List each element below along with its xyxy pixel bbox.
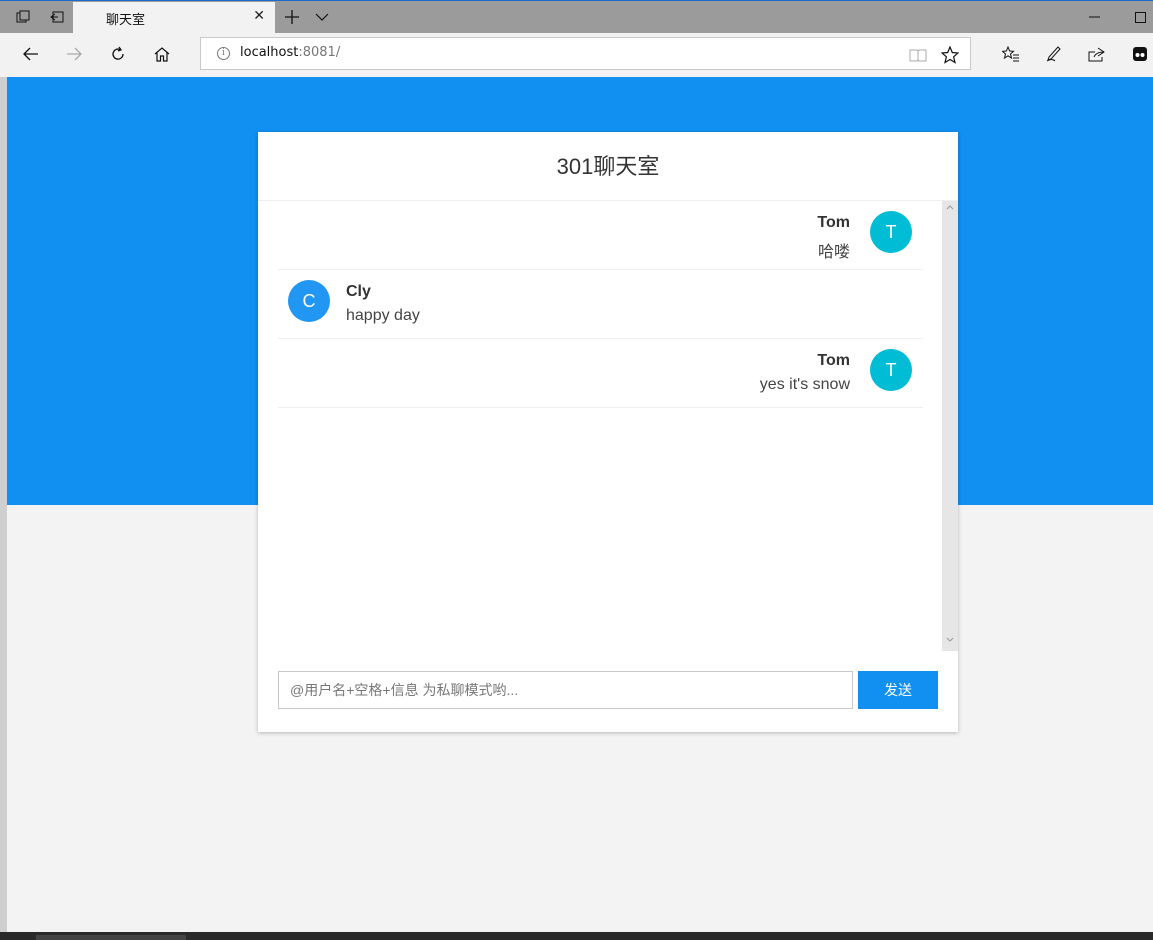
- tab-bar: 聊天室 ✕: [0, 0, 1153, 34]
- message-sender: Cly: [346, 283, 371, 300]
- refresh-icon[interactable]: [100, 37, 136, 71]
- star-icon[interactable]: [939, 44, 961, 66]
- message-item: C Cly happy day: [278, 270, 923, 339]
- avatar: C: [288, 280, 330, 322]
- taskbar-edge: [0, 932, 1153, 940]
- message-scrollbar[interactable]: [942, 201, 958, 651]
- favorites-icon[interactable]: [993, 37, 1029, 71]
- tab-preview-icon[interactable]: [6, 1, 40, 33]
- avatar: T: [870, 211, 912, 253]
- address-bar[interactable]: i localhost:8081/: [200, 37, 971, 70]
- scroll-up-icon[interactable]: [942, 203, 958, 217]
- message-text: yes it's snow: [759, 376, 850, 393]
- window-edge: [0, 77, 7, 940]
- extension-icon[interactable]: [1122, 37, 1153, 71]
- home-icon[interactable]: [144, 37, 180, 71]
- send-button[interactable]: 发送: [858, 671, 938, 709]
- tab-title: 聊天室: [106, 12, 146, 28]
- minimize-button[interactable]: [1071, 1, 1117, 33]
- avatar: T: [870, 349, 912, 391]
- message-item: Tom yes it's snow T: [278, 339, 923, 408]
- message-list[interactable]: Tom 哈喽 T C Cly happy day Tom yes it's sn…: [278, 201, 923, 651]
- reading-view-icon[interactable]: [907, 44, 929, 66]
- message-input[interactable]: [278, 671, 853, 709]
- set-aside-tabs-icon[interactable]: [40, 1, 74, 33]
- close-icon[interactable]: ✕: [253, 8, 265, 24]
- scroll-down-icon[interactable]: [942, 635, 958, 649]
- message-item: Tom 哈喽 T: [278, 201, 923, 270]
- navigation-bar: i localhost:8081/: [0, 33, 1153, 76]
- chevron-down-icon[interactable]: [310, 3, 334, 31]
- message-text: 哈喽: [817, 244, 850, 261]
- message-sender: Tom: [817, 214, 850, 231]
- chat-room-panel: 301聊天室 Tom 哈喽 T C Cly happy day Tom yes …: [258, 132, 958, 732]
- back-arrow-icon[interactable]: [13, 37, 49, 71]
- browser-tab[interactable]: 聊天室 ✕: [73, 2, 275, 34]
- message-sender: Tom: [817, 352, 850, 369]
- share-icon[interactable]: [1079, 37, 1115, 71]
- url-text[interactable]: localhost:8081/: [240, 45, 340, 60]
- info-icon[interactable]: i: [217, 47, 230, 60]
- message-text: happy day: [346, 307, 420, 324]
- new-tab-button[interactable]: [280, 3, 304, 31]
- forward-arrow-icon[interactable]: [56, 37, 92, 71]
- pen-icon[interactable]: [1036, 37, 1072, 71]
- chat-title: 301聊天室: [258, 132, 958, 201]
- maximize-button[interactable]: [1117, 1, 1153, 33]
